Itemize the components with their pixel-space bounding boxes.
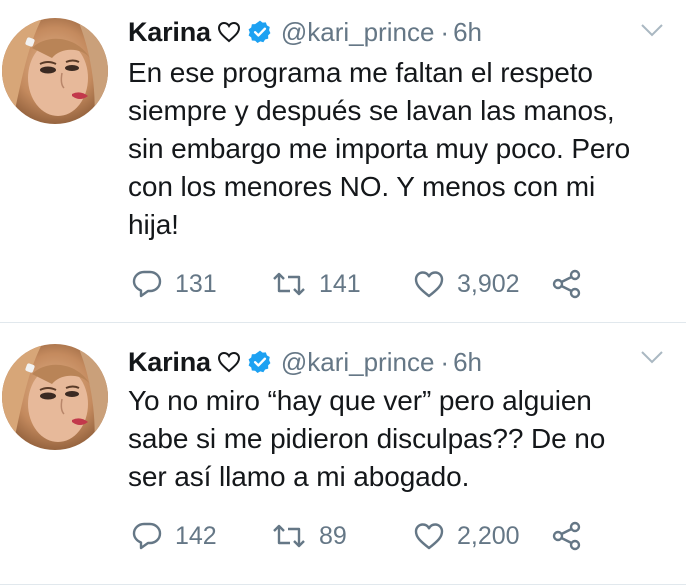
retweet-count: 141	[319, 269, 361, 298]
heart-icon	[413, 269, 445, 299]
retweet-icon	[271, 522, 307, 550]
share-icon	[551, 520, 583, 552]
tweet-actions: 142 89 2,200	[131, 518, 651, 554]
white-heart-icon	[217, 21, 241, 43]
like-button[interactable]: 3,902	[413, 266, 520, 302]
separator-dot: ·	[440, 346, 450, 377]
reply-button[interactable]: 131	[131, 266, 217, 302]
white-heart-icon	[217, 351, 241, 373]
like-count: 3,902	[457, 269, 520, 298]
retweet-button[interactable]: 89	[271, 518, 347, 554]
tweet-header: Karina @kari_prince · 6h	[128, 344, 482, 380]
verified-badge-icon	[247, 349, 273, 375]
tweet[interactable]: Karina @kari_prince · 6h Yo no miro “hay	[0, 323, 686, 585]
verified-badge-icon	[247, 19, 273, 45]
separator-dot: ·	[440, 16, 450, 47]
like-button[interactable]: 2,200	[413, 518, 520, 554]
reply-icon	[131, 268, 163, 300]
share-button[interactable]	[551, 518, 583, 554]
avatar[interactable]	[2, 344, 108, 450]
reply-icon	[131, 520, 163, 552]
tweet-feed: Karina @kari_prince · 6h En ese programa	[0, 0, 686, 586]
tweet-text: En ese programa me faltan el respeto sie…	[128, 57, 631, 240]
timestamp[interactable]: 6h	[453, 17, 482, 48]
avatar[interactable]	[2, 18, 108, 124]
user-handle[interactable]: @kari_prince	[281, 347, 435, 378]
tweet-actions: 131 141 3,902	[131, 266, 651, 302]
retweet-count: 89	[319, 521, 347, 550]
like-count: 2,200	[457, 521, 520, 550]
divider	[0, 584, 686, 585]
tweet-text: Yo no miro “hay que ver” pero alguien sa…	[128, 385, 606, 492]
chevron-down-icon[interactable]	[640, 349, 664, 370]
retweet-icon	[271, 270, 307, 298]
heart-icon	[413, 521, 445, 551]
reply-count: 142	[175, 521, 217, 550]
reply-button[interactable]: 142	[131, 518, 217, 554]
display-name[interactable]: Karina	[128, 17, 211, 48]
reply-count: 131	[175, 269, 217, 298]
user-handle[interactable]: @kari_prince	[281, 17, 435, 48]
timestamp[interactable]: 6h	[453, 347, 482, 378]
share-button[interactable]	[551, 266, 583, 302]
chevron-down-icon[interactable]	[640, 22, 664, 43]
share-icon	[551, 268, 583, 300]
tweet[interactable]: Karina @kari_prince · 6h En ese programa	[0, 0, 686, 322]
tweet-header: Karina @kari_prince · 6h	[128, 14, 482, 50]
retweet-button[interactable]: 141	[271, 266, 361, 302]
display-name[interactable]: Karina	[128, 347, 211, 378]
